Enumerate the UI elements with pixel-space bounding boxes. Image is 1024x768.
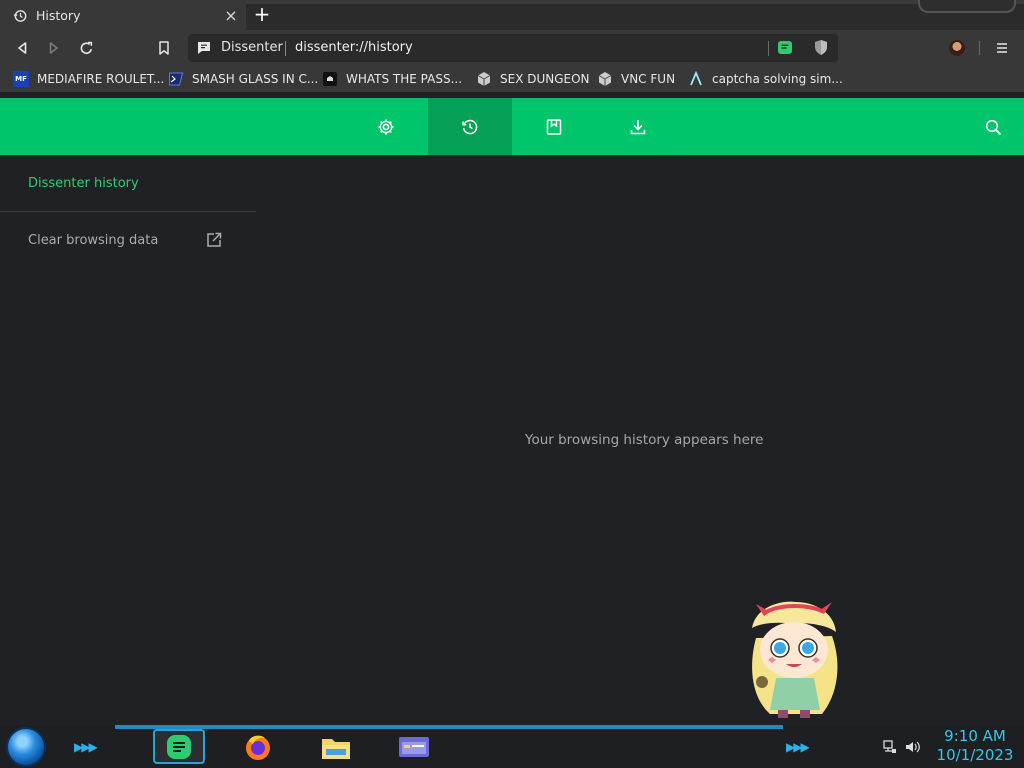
dissenter-icon — [196, 40, 212, 56]
search-button[interactable] — [980, 114, 1006, 140]
address-separator — [285, 41, 286, 56]
taskbar-firefox[interactable] — [232, 729, 284, 764]
bookmark-label: MEDIAFIRE ROULET... — [37, 72, 165, 86]
back-icon — [18, 42, 27, 54]
bookmark-label: SEX DUNGEON — [500, 72, 590, 86]
download-icon — [630, 119, 646, 134]
terminal-icon — [322, 71, 338, 87]
downloads-button[interactable] — [596, 98, 680, 155]
cube-icon — [597, 71, 613, 87]
search-icon — [985, 119, 1001, 135]
powershell-icon — [168, 71, 184, 87]
sidebar-item-history[interactable]: Dissenter history — [28, 176, 139, 191]
bookmarks-button[interactable] — [512, 98, 596, 155]
forward-icon — [49, 42, 58, 54]
settings-gear-icon — [378, 119, 394, 134]
history-sidebar: Dissenter history Clear browsing data — [0, 155, 256, 725]
forward-button[interactable] — [44, 38, 64, 58]
tab-strip: History × + — [0, 0, 1024, 30]
taskbar-dissenter[interactable] — [153, 729, 205, 764]
bookmark-sex-dungeon[interactable]: SEX DUNGEON — [476, 70, 590, 88]
history-clock-icon — [13, 8, 27, 22]
mediafire-icon: MF — [13, 71, 29, 87]
taskbar-file-explorer[interactable] — [310, 729, 362, 764]
browser-toolbar: Dissenter dissenter://history — [0, 30, 1024, 66]
bookmark-label: captcha solving sim... — [712, 72, 843, 86]
system-clock[interactable]: 9:10 AM 10/1/2023 — [934, 727, 1016, 765]
sidebar-divider — [0, 211, 256, 212]
new-tab-button[interactable]: + — [252, 4, 272, 25]
address-bar[interactable]: Dissenter dissenter://history — [188, 34, 838, 62]
start-button[interactable] — [8, 729, 44, 765]
cube-icon — [476, 71, 492, 87]
folder-icon — [322, 738, 350, 759]
desktop-mascot-character — [742, 598, 846, 724]
taskbar-control-panel[interactable] — [388, 729, 440, 764]
tab-history[interactable]: History × — [0, 0, 246, 30]
clock-date: 10/1/2023 — [936, 746, 1014, 764]
shield-icon[interactable] — [813, 39, 829, 60]
history-button[interactable] — [428, 98, 512, 155]
back-button[interactable] — [12, 38, 32, 58]
profile-avatar[interactable] — [949, 40, 965, 56]
bookmark-smash-glass[interactable]: SMASH GLASS IN C... — [168, 70, 318, 88]
lambda-icon — [688, 71, 704, 87]
firefox-icon — [246, 735, 270, 760]
bookmark-whats-the-pass[interactable]: WHATS THE PASS... — [322, 70, 462, 88]
volume-icon[interactable] — [905, 739, 921, 755]
tab-close-icon[interactable]: × — [224, 6, 238, 25]
network-icon[interactable] — [882, 739, 898, 755]
taskbar-accent-line — [115, 725, 783, 729]
bookmark-label: VNC FUN — [621, 72, 676, 86]
bookmark-icon — [546, 118, 562, 135]
taskbar-decoration-left: ▶▶▶ — [74, 740, 98, 754]
bookmark-vnc-fun[interactable]: VNC FUN — [597, 70, 675, 88]
bookmark-label: WHATS THE PASS... — [346, 72, 463, 86]
external-link-icon[interactable] — [205, 231, 223, 249]
empty-history-message: Your browsing history appears here — [525, 432, 764, 448]
reload-button[interactable] — [76, 38, 96, 58]
window-app-icon — [399, 736, 429, 757]
tab-title: History — [36, 7, 81, 23]
menu-button[interactable] — [992, 38, 1012, 58]
dissenter-icon — [167, 734, 191, 759]
address-separator-right — [768, 41, 769, 56]
taskbar: ▶▶▶ ▶▶▶ 9:10 AM 10/1/2023 — [0, 725, 1024, 768]
clock-time: 9:10 AM — [944, 727, 1006, 745]
history-clock-icon — [462, 119, 478, 134]
clear-browsing-data-link[interactable]: Clear browsing data — [28, 233, 158, 248]
window-frame-decoration — [918, 0, 1016, 13]
menu-icon — [997, 43, 1007, 53]
bookmark-label: SMASH GLASS IN C... — [192, 72, 319, 86]
bookmark-icon — [159, 41, 169, 55]
settings-button[interactable] — [344, 98, 428, 155]
dissenter-comments-icon[interactable] — [777, 40, 793, 60]
bookmark-captcha[interactable]: captcha solving sim... — [688, 70, 843, 88]
bookmark-page-button[interactable] — [154, 38, 174, 58]
toolbar-divider — [979, 41, 980, 55]
page-header — [0, 98, 1024, 155]
bookmarks-bar: MF MEDIAFIRE ROULET... SMASH GLASS IN C.… — [0, 66, 1024, 92]
site-name: Dissenter — [221, 40, 283, 55]
url-text[interactable]: dissenter://history — [295, 40, 413, 55]
taskbar-decoration-right: ▶▶▶ — [786, 740, 810, 754]
reload-icon — [80, 41, 92, 54]
bookmark-mediafire[interactable]: MF MEDIAFIRE ROULET... — [13, 70, 164, 88]
